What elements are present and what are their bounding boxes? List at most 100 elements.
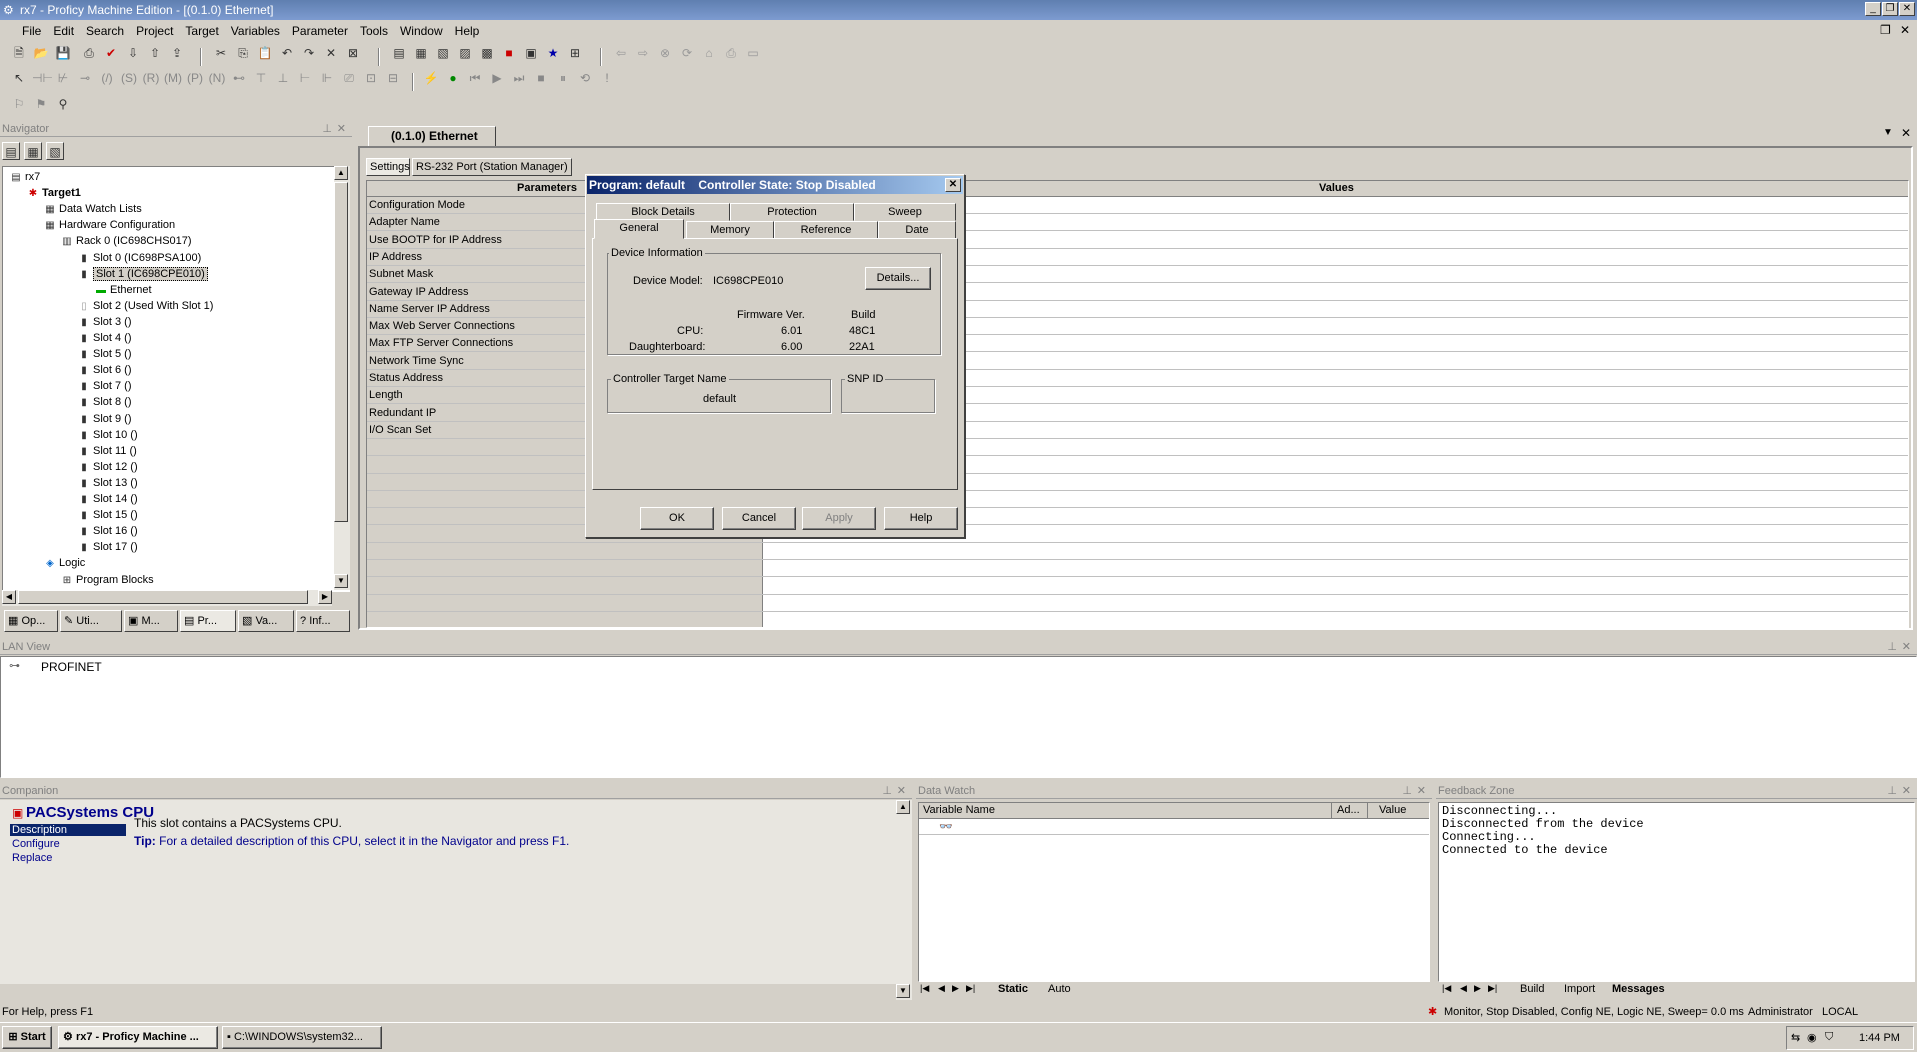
coil-p-icon[interactable]: (P): [186, 69, 204, 87]
subtab-settings[interactable]: Settings: [366, 158, 410, 176]
new-project-icon[interactable]: 🗎: [10, 44, 28, 62]
companion-icon[interactable]: ▧: [434, 44, 452, 62]
tree-item[interactable]: ▮ Slot 4 (): [77, 330, 131, 346]
step-icon[interactable]: ⏭: [510, 69, 528, 87]
tab-protection[interactable]: Protection: [730, 203, 854, 221]
continuation-icon[interactable]: ⊷: [230, 69, 248, 87]
grid-row[interactable]: [367, 578, 1908, 595]
pin-icon[interactable]: ⊥: [882, 784, 892, 799]
companion-vscrollbar[interactable]: ▲ ▼: [896, 800, 912, 1000]
tree-item[interactable]: ⊞ Program Blocks: [60, 572, 154, 588]
home-icon[interactable]: ⌂: [700, 44, 718, 62]
data-watch-icon[interactable]: ▩: [478, 44, 496, 62]
tab-ethernet[interactable]: (0.1.0) Ethernet: [368, 126, 496, 146]
close-window-button[interactable]: ✕: [1899, 2, 1915, 16]
pause-icon[interactable]: ⏸: [554, 69, 572, 87]
restore-button[interactable]: ❐: [1882, 2, 1898, 16]
tab-manager[interactable]: ▣ M...: [124, 610, 178, 632]
tree-item[interactable]: ◈ Logic: [43, 555, 85, 571]
subtab-rs232[interactable]: RS-232 Port (Station Manager): [412, 158, 572, 176]
refresh-icon[interactable]: ⟳: [678, 44, 696, 62]
tree-item[interactable]: ▬ Ethernet: [94, 282, 152, 298]
tree-item[interactable]: ▮ Slot 10 (): [77, 427, 137, 443]
menu-file[interactable]: File: [0, 20, 47, 38]
link-replace[interactable]: Replace: [12, 852, 52, 864]
paste-icon[interactable]: 📋: [256, 44, 274, 62]
tab-date[interactable]: Date: [878, 221, 956, 239]
cut-icon[interactable]: ✂: [212, 44, 230, 62]
lock-icon[interactable]: ⇪: [168, 44, 186, 62]
tree-item[interactable]: ▮ Slot 0 (IC698PSA100): [77, 250, 201, 266]
apply-button[interactable]: Apply: [802, 507, 876, 530]
link-description[interactable]: Description: [10, 824, 126, 836]
tree-item[interactable]: ▮ Slot 12 (): [77, 459, 137, 475]
dropdown-icon[interactable]: ▼: [1883, 127, 1893, 138]
mdi-close-icon[interactable]: ✕: [1900, 23, 1910, 37]
menu-project[interactable]: Project: [130, 20, 179, 38]
print-icon[interactable]: ⎙: [80, 44, 98, 62]
tree-item[interactable]: ▮ Slot 7 (): [77, 378, 131, 394]
tree-item[interactable]: ▮ Slot 3 (): [77, 314, 131, 330]
navigator-icon[interactable]: ▤: [390, 44, 408, 62]
redo-icon[interactable]: ↷: [300, 44, 318, 62]
tree-item[interactable]: ▮ Slot 1 (IC698CPE010): [77, 266, 208, 282]
tree-item[interactable]: ▮ Slot 6 (): [77, 362, 131, 378]
grid-row[interactable]: [367, 543, 1908, 560]
tab-variables[interactable]: ▧ Va...: [238, 610, 294, 632]
upload-icon[interactable]: ⇧: [146, 44, 164, 62]
minimize-button[interactable]: _: [1865, 2, 1881, 16]
tree-item[interactable]: ▮ Slot 15 (): [77, 507, 137, 523]
menu-help[interactable]: Help: [449, 20, 486, 38]
tab-auto[interactable]: Auto: [1048, 983, 1071, 995]
vertical-wire-icon[interactable]: ⊩: [318, 69, 336, 87]
toolchest-icon[interactable]: ■: [500, 44, 518, 62]
coil-set-icon[interactable]: (S): [120, 69, 138, 87]
tree-item[interactable]: ▤ rx7: [9, 169, 40, 185]
forward-icon[interactable]: ⇨: [634, 44, 652, 62]
pin-icon[interactable]: ⊥: [1402, 784, 1412, 799]
ok-button[interactable]: OK: [640, 507, 714, 530]
pin-icon[interactable]: ⊥: [1887, 784, 1897, 799]
taskbar-item-cmd[interactable]: ▪ C:\WINDOWS\system32...: [222, 1026, 382, 1049]
col-address[interactable]: Ad...: [1337, 804, 1360, 816]
print-preview-icon[interactable]: ⎙: [722, 44, 740, 62]
grid-row[interactable]: [367, 595, 1908, 612]
contact-nc-icon[interactable]: ⊬: [54, 69, 72, 87]
back-icon[interactable]: ⇦: [612, 44, 630, 62]
details-button[interactable]: Details...: [865, 267, 931, 290]
rung-icon[interactable]: ⊤: [252, 69, 270, 87]
open-icon[interactable]: 📂: [32, 44, 50, 62]
tree-item[interactable]: ▮ Slot 14 (): [77, 491, 137, 507]
scroll-up-icon[interactable]: ▲: [334, 166, 348, 180]
rewind-icon[interactable]: ⏮: [466, 69, 484, 87]
navigator-hscrollbar[interactable]: ◀ ▶: [2, 590, 332, 606]
horizontal-wire-icon[interactable]: ⊢: [296, 69, 314, 87]
close-editor-icon[interactable]: ✕: [1901, 126, 1911, 140]
tree-item[interactable]: ▮ Slot 8 (): [77, 394, 131, 410]
coil-icon[interactable]: ⊸: [76, 69, 94, 87]
vscroll-thumb[interactable]: [334, 182, 348, 522]
tab-infoviewer[interactable]: ? Inf...: [296, 610, 350, 632]
col-value[interactable]: Value: [1379, 804, 1406, 816]
view-tree-icon[interactable]: ▦: [24, 142, 42, 160]
scroll-left-icon[interactable]: ◀: [2, 590, 16, 604]
alert-icon[interactable]: !: [598, 69, 616, 87]
grid-row[interactable]: [367, 560, 1908, 578]
menu-search[interactable]: Search: [80, 20, 130, 38]
start-button[interactable]: ⊞ Start: [2, 1026, 52, 1049]
last-tab-icon[interactable]: ▶|: [1488, 983, 1497, 994]
help-button[interactable]: Help: [884, 507, 958, 530]
tree-item[interactable]: ▮ Slot 13 (): [77, 475, 137, 491]
first-tab-icon[interactable]: |◀: [920, 983, 929, 994]
copy-icon[interactable]: ⎘: [234, 44, 252, 62]
col-variable-name[interactable]: Variable Name: [923, 804, 995, 816]
stop-plc-icon[interactable]: ■: [532, 69, 550, 87]
scroll-down-icon[interactable]: ▼: [334, 574, 348, 588]
tree-item[interactable]: ▮ Slot 11 (): [77, 443, 137, 459]
tab-sweep[interactable]: Sweep: [854, 203, 956, 221]
tab-static[interactable]: Static: [998, 983, 1028, 995]
coil-reset-icon[interactable]: (R): [142, 69, 160, 87]
page-icon[interactable]: ▭: [744, 44, 762, 62]
tab-utilities[interactable]: ✎ Uti...: [60, 610, 122, 632]
tree-item[interactable]: ▮ Slot 17 (): [77, 539, 137, 555]
